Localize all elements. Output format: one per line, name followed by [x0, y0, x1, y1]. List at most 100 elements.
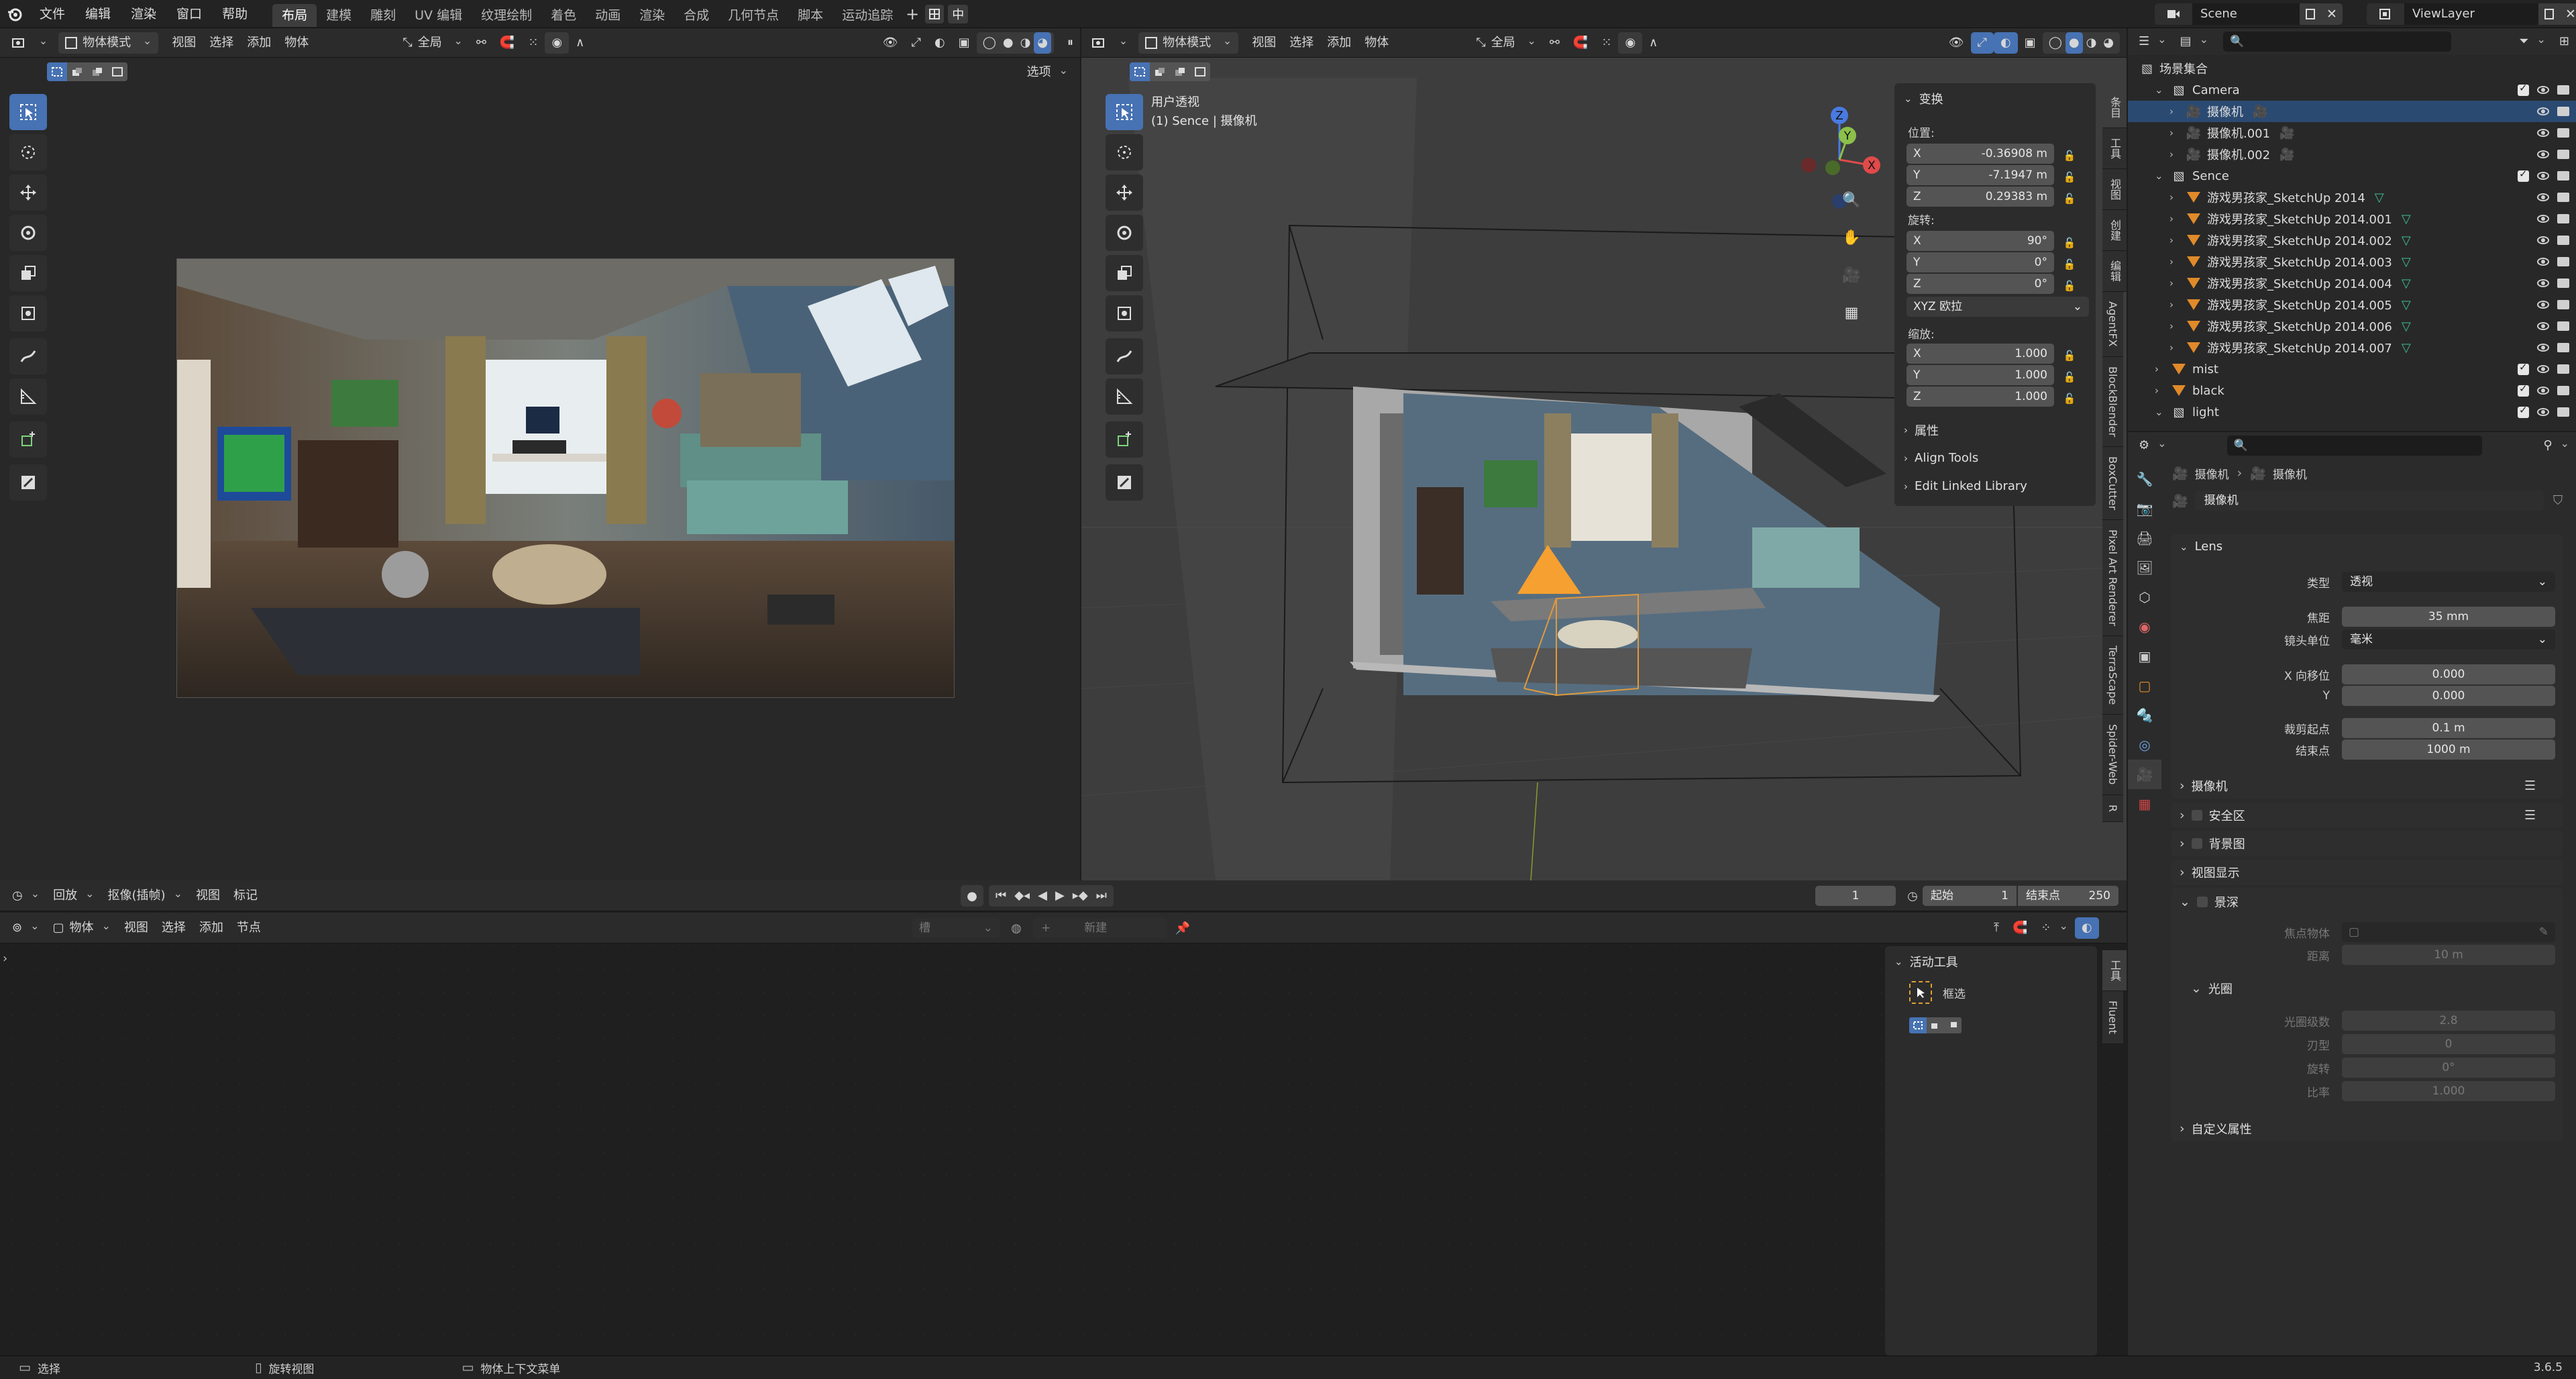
eye-icon[interactable] [2537, 129, 2549, 137]
falloff-icon[interactable]: ∧ [569, 32, 591, 54]
material-slot-dropdown[interactable]: 槽 ⌄ [912, 918, 1000, 938]
right-select-box-tool[interactable] [1106, 94, 1143, 130]
render-camera-icon[interactable] [2557, 257, 2569, 266]
right-menu-add[interactable]: 添加 [1320, 32, 1358, 54]
camera-data-icon[interactable]: 🎥 [2253, 105, 2267, 119]
right-measure-tool[interactable] [1106, 378, 1143, 415]
pan-hand-icon[interactable]: ✋ [1839, 225, 1864, 250]
wireframe-shading-icon[interactable]: ◯ [979, 32, 1000, 54]
right-add-cube-tool[interactable] [1106, 421, 1143, 458]
outliner-row[interactable]: ⌄ ▧ light [2128, 401, 2576, 423]
left-menu-view[interactable]: 视图 [165, 32, 203, 54]
rotate-tool[interactable] [9, 215, 47, 251]
physics-tab-icon[interactable]: ◎ [2128, 730, 2161, 760]
tab-spider-web[interactable]: Spider-Web [2102, 715, 2123, 795]
snap-grid-icon[interactable]: ⁙ [521, 32, 545, 54]
fake-user-icon[interactable]: ⛉ [2548, 493, 2568, 508]
outliner-display-mode[interactable]: ▤ [2174, 31, 2215, 52]
render-tab-icon[interactable]: 📷 [2128, 494, 2161, 523]
location-y-field[interactable]: Y -7.1947 m [1907, 165, 2054, 185]
mesh-data-icon[interactable]: ▽ [2402, 319, 2411, 334]
workspace-tab-scripting[interactable]: 脚本 [788, 4, 833, 27]
tab-terrascape[interactable]: TerraScape [2102, 635, 2123, 715]
frame-end-field[interactable]: 结束点 250 [2018, 886, 2118, 906]
render-camera-icon[interactable] [2557, 171, 2569, 181]
play-icon[interactable]: ▶ [1051, 885, 1069, 907]
properties-editor-type[interactable]: ⚙ [2132, 435, 2174, 456]
node-tab-tool[interactable]: 工具 [2102, 950, 2127, 991]
node-editor[interactable]: ⊚ ▢物体 视图 选择 添加 节点 槽⌄ ◍ +新建 📌 ⤒ 🧲 ⁘ ◐ › ⌄… [0, 913, 2127, 1356]
snap-node-icon[interactable]: 🧲 [2006, 917, 2034, 939]
eye-icon[interactable] [2537, 172, 2549, 180]
outliner-row[interactable]: › 游戏男孩家_SketchUp 2014.002 ▽ [2128, 229, 2576, 251]
material-browse-icon[interactable]: ◍ [1006, 918, 1026, 938]
node-editor-type[interactable]: ⊚ [5, 917, 46, 939]
camera-section-header[interactable]: › 摄像机 ☰ [2171, 773, 2563, 799]
lock-scale-z-icon[interactable]: 🔓 [2059, 388, 2080, 409]
exclude-checkbox[interactable] [2518, 82, 2529, 96]
world-tab-icon[interactable]: ◉ [2128, 612, 2161, 642]
prev-keyframe-icon[interactable]: ◆◂ [1010, 885, 1034, 907]
tool-tab-icon[interactable]: 🔧 [2128, 464, 2161, 494]
outliner-row[interactable]: › 游戏男孩家_SketchUp 2014.005 ▽ [2128, 294, 2576, 315]
outliner-row[interactable]: ⌄ ▧ Sence [2128, 165, 2576, 187]
location-x-field[interactable]: X -0.36908 m [1907, 144, 2054, 164]
right-move-tool[interactable] [1106, 174, 1143, 211]
camera-view-icon[interactable]: 🎥 [1839, 263, 1864, 287]
tab-tool[interactable]: 工具 [2102, 128, 2127, 169]
parent-node-icon[interactable]: ⤒ [1987, 917, 2006, 939]
workspace-tab-modeling[interactable]: 建模 [317, 4, 361, 27]
fstop-field[interactable]: 2.8 [2342, 1011, 2555, 1031]
move-tool[interactable] [9, 174, 47, 211]
eye-icon[interactable] [2537, 344, 2549, 352]
add-workspace-icon[interactable]: + [902, 0, 922, 28]
right-scale-tool[interactable] [1106, 255, 1143, 291]
outliner-row[interactable]: › mist [2128, 358, 2576, 380]
menu-file[interactable]: 文件 [30, 0, 75, 28]
collection-tab-icon[interactable]: ▣ [2128, 642, 2161, 671]
right-editor-type-selector[interactable] [1085, 32, 1134, 54]
node-menu-add[interactable]: 添加 [193, 917, 230, 939]
tab-create[interactable]: 创建 [2102, 210, 2127, 251]
outliner-filter-icon[interactable]: ⏷ [2512, 31, 2553, 52]
outliner-row[interactable]: › 游戏男孩家_SketchUp 2014.004 ▽ [2128, 272, 2576, 294]
menu-render[interactable]: 渲染 [121, 0, 166, 28]
measure-tool[interactable] [9, 378, 47, 415]
expand-arrow-icon[interactable]: › [2169, 105, 2180, 117]
node-select-new-icon[interactable] [1909, 1017, 1927, 1033]
right-select-extend-icon[interactable] [1150, 62, 1170, 81]
expand-arrow-icon[interactable]: › [2155, 385, 2165, 397]
select-box-tool[interactable] [9, 94, 47, 130]
left-menu-add[interactable]: 添加 [240, 32, 278, 54]
timeline-menu-marker[interactable]: 标记 [227, 885, 264, 907]
right-snap-icon[interactable]: 🧲 [1566, 32, 1595, 54]
snap-icon[interactable]: 🧲 [493, 32, 521, 54]
right-frame-render-tool[interactable] [1106, 464, 1143, 501]
ime-grid-icon[interactable] [925, 4, 945, 23]
node-menu-node[interactable]: 节点 [230, 917, 268, 939]
left-menu-select[interactable]: 选择 [203, 32, 240, 54]
view-layer-selector[interactable]: ViewLayer ✕ [2367, 3, 2576, 25]
focal-length-field[interactable]: 35 mm [2342, 607, 2555, 627]
pause-render-icon[interactable]: ⏸ [1061, 32, 1080, 54]
lock-location-y-icon[interactable]: 🔓 [2059, 166, 2080, 188]
mesh-data-icon[interactable]: ▽ [2402, 255, 2411, 269]
select-intersect-icon[interactable] [107, 62, 127, 81]
render-camera-icon[interactable] [2557, 343, 2569, 352]
timeline-menu-keying[interactable]: 抠像(插帧) [101, 885, 189, 907]
right-menu-view[interactable]: 视图 [1245, 32, 1283, 54]
node-menu-view[interactable]: 视图 [117, 917, 155, 939]
outliner-row-root[interactable]: ▧ 场景集合 [2128, 58, 2576, 79]
lock-rotation-y-icon[interactable]: 🔓 [2059, 254, 2080, 275]
eye-icon[interactable] [2537, 322, 2549, 330]
breadcrumb-object[interactable]: 摄像机 [2195, 465, 2229, 482]
eyedropper-icon[interactable]: ✎ [2539, 922, 2548, 942]
focus-distance-field[interactable]: 10 m [2342, 945, 2555, 965]
proportional-edit-icon[interactable]: ◉ [545, 32, 570, 54]
menu-window[interactable]: 窗口 [166, 0, 212, 28]
eye-icon[interactable] [2537, 258, 2549, 266]
node-overlay-icon[interactable]: ◐ [2074, 917, 2099, 939]
right-transform-orientation-dropdown[interactable]: ⤡ 全局 [1469, 32, 1543, 54]
tab-item[interactable]: 条目 [2102, 87, 2127, 128]
annotate-tool[interactable] [9, 338, 47, 374]
